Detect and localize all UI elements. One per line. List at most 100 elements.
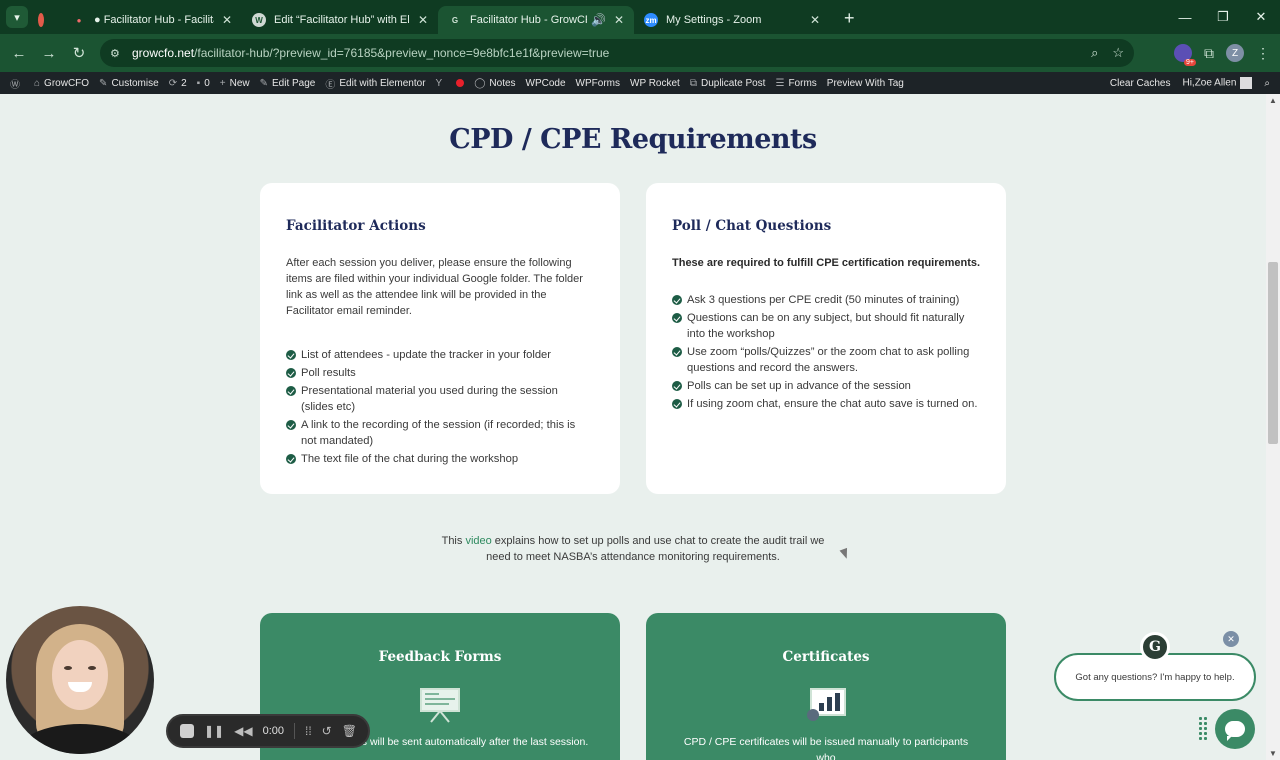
list-item-text: If using zoom chat, ensure the chat auto… [687, 398, 978, 410]
check-circle-icon [672, 347, 682, 357]
page-scrollbar[interactable]: ▲ ▼ [1266, 94, 1280, 760]
pause-icon[interactable]: ❚❚ [204, 724, 224, 738]
menu-kebab-icon[interactable]: ⋮ [1256, 45, 1270, 62]
browser-tab-strip: ▾ ● ● Facilitator Hub - Facilitator Hu ✕… [0, 0, 1280, 34]
admin-comments-link[interactable]: ▪ 0 [197, 78, 210, 89]
back-icon[interactable]: ← [4, 45, 34, 62]
reload-icon[interactable]: ↻ [64, 44, 94, 62]
trash-icon[interactable]: 🗑 [342, 724, 357, 738]
video-link[interactable]: video [465, 535, 491, 547]
check-circle-icon [286, 368, 296, 378]
admin-edit-page-link[interactable]: ✎ Edit Page [260, 78, 316, 89]
admin-preview-tag-link[interactable]: Preview With Tag [827, 78, 904, 89]
tab-growcfo-active[interactable]: G Facilitator Hub - GrowCFO 🔊 ✕ [438, 6, 634, 34]
close-icon[interactable]: ✕ [222, 13, 232, 27]
profile-avatar[interactable]: Z [1226, 44, 1244, 62]
scroll-up-icon[interactable]: ▲ [1269, 96, 1277, 105]
forward-icon[interactable]: → [34, 45, 64, 62]
close-icon[interactable]: ✕ [418, 13, 428, 27]
admin-notes-link[interactable]: ◯ Notes [474, 78, 515, 89]
extension-badge-icon[interactable] [1174, 44, 1196, 66]
admin-new-label: New [229, 77, 250, 89]
tab-facilitator-hub-asana[interactable]: ● ● Facilitator Hub - Facilitator Hu ✕ [62, 6, 242, 34]
admin-wpforms-link[interactable]: WPForms [576, 78, 620, 89]
list-item: List of attendees - update the tracker i… [286, 347, 586, 363]
chat-launcher-button[interactable] [1215, 709, 1255, 749]
brush-icon: ✎ [99, 77, 108, 89]
tab-title: ● Facilitator Hub - Facilitator Hu [94, 14, 214, 26]
admin-new-link[interactable]: + New [220, 78, 250, 89]
scrollbar-thumb[interactable] [1268, 262, 1278, 444]
tab-recording[interactable] [28, 6, 62, 34]
browser-toolbar: ← → ↻ ⚙ growcfo.net/facilitator-hub/?pre… [0, 34, 1280, 72]
list-item-text: List of attendees - update the tracker i… [301, 349, 551, 361]
admin-customise-link[interactable]: ✎ Customise [99, 78, 159, 89]
speaker-icon[interactable]: 🔊 [591, 13, 606, 27]
scroll-down-icon[interactable]: ▼ [1269, 749, 1277, 758]
drag-handle-icon[interactable] [1198, 716, 1208, 742]
chat-avatar-logo: G [1140, 632, 1170, 662]
video-note: This video explains how to set up polls … [440, 533, 826, 565]
record-icon [38, 13, 44, 27]
list-item-text: The text file of the chat during the wor… [301, 453, 519, 465]
webcam-shoulders [16, 724, 144, 754]
video-note-before: This [441, 535, 466, 547]
asana-icon: ● [76, 15, 82, 25]
check-circle-icon [672, 295, 682, 305]
elementor-icon: Ⓔ [325, 79, 336, 91]
admin-site-link[interactable]: ⌂ GrowCFO [34, 78, 89, 89]
admin-updates-link[interactable]: ⟳ 2 [169, 78, 187, 89]
admin-forms-link[interactable]: ☰ Forms [775, 78, 816, 89]
new-tab-button[interactable]: + [844, 8, 855, 29]
admin-clear-caches-link[interactable]: Clear Caches [1110, 78, 1171, 89]
minimize-icon[interactable]: — [1166, 10, 1204, 25]
extensions-area: ⧉ Z ⋮ [1174, 34, 1280, 72]
tab-title: Edit “Facilitator Hub” with Elem [274, 14, 410, 26]
grid-icon[interactable]: ⁞⁞ [305, 724, 312, 738]
address-bar[interactable]: ⚙ growcfo.net/facilitator-hub/?preview_i… [100, 39, 1134, 67]
list-item-text: Use zoom “polls/Quizzes” or the zoom cha… [687, 346, 970, 374]
certificates-text: CPD / CPE certificates will be issued ma… [683, 736, 969, 760]
rewind-icon[interactable]: ◀◀ [234, 724, 252, 738]
tab-edit-elementor[interactable]: W Edit “Facilitator Hub” with Elem ✕ [242, 6, 438, 34]
admin-duplicate-link[interactable]: ⧉ Duplicate Post [690, 78, 766, 89]
duplicate-icon: ⧉ [689, 77, 697, 89]
admin-account-menu[interactable]: Hi,Zoe Allen [1182, 77, 1253, 89]
yoast-icon[interactable]: Y [436, 78, 447, 89]
list-item-text: Polls can be set up in advance of the se… [687, 380, 911, 392]
extensions-puzzle-icon[interactable]: ⧉ [1204, 45, 1214, 62]
site-info-icon[interactable]: ⚙ [110, 47, 124, 60]
tab-search-button[interactable]: ▾ [6, 6, 28, 28]
seo-status-dot[interactable] [456, 79, 465, 87]
admin-elementor-link[interactable]: Ⓔ Edit with Elementor [325, 76, 425, 91]
admin-site-label: GrowCFO [44, 77, 90, 89]
wp-logo-icon[interactable]: Ⓦ [10, 76, 24, 91]
poll-chat-intro: These are required to fulfill CPE certif… [672, 257, 981, 269]
chat-close-icon[interactable]: ✕ [1223, 631, 1239, 647]
close-icon[interactable]: ✕ [614, 13, 624, 27]
restart-icon[interactable]: ↺ [322, 724, 332, 738]
admin-wprocket-link[interactable]: WP Rocket [630, 78, 680, 89]
comment-icon: ▪ [196, 77, 201, 89]
admin-wpcode-link[interactable]: WPCode [526, 78, 566, 89]
zoom-lens-icon[interactable]: ⌕ [1091, 45, 1098, 61]
stop-recording-button[interactable] [180, 724, 194, 738]
dashboard-icon: ⌂ [34, 77, 41, 89]
bookmark-star-icon[interactable]: ☆ [1112, 45, 1124, 61]
url-host: growcfo.net [132, 46, 195, 60]
zoom-icon: zm [644, 13, 658, 27]
webcam-bubble[interactable] [6, 606, 154, 754]
restore-icon[interactable]: ❐ [1204, 9, 1242, 25]
admin-search-icon[interactable]: ⌕ [1264, 78, 1270, 89]
close-icon[interactable]: ✕ [810, 13, 820, 27]
forms-icon: ☰ [775, 77, 785, 89]
recorder-controls: ❚❚ ◀◀ 0:00 ⁞⁞ ↺ 🗑 [166, 714, 370, 748]
video-note-after: explains how to set up polls and use cha… [486, 535, 825, 563]
facilitator-actions-card: Facilitator Actions After each session y… [260, 183, 620, 494]
webcam-eye [88, 666, 96, 670]
certificates-card: Certificates CPD / CPE certificates will… [646, 613, 1006, 760]
list-item-text: Ask 3 questions per CPE credit (50 minut… [687, 294, 960, 306]
presentation-board-icon [420, 688, 460, 723]
tab-zoom-settings[interactable]: zm My Settings - Zoom ✕ [634, 6, 830, 34]
close-window-icon[interactable]: ✕ [1242, 9, 1280, 25]
